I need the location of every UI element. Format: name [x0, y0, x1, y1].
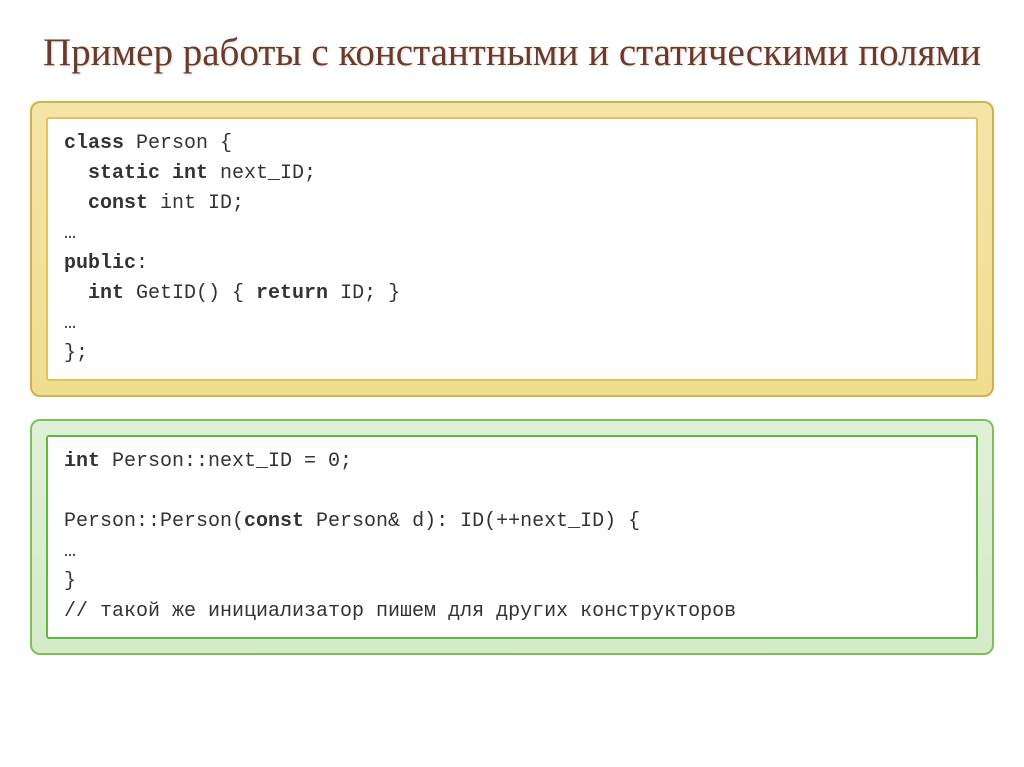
- code-text: …: [64, 540, 76, 563]
- keyword: return: [256, 282, 328, 305]
- code-text: GetID() {: [124, 282, 256, 305]
- keyword: public: [64, 252, 136, 275]
- code-text: …: [64, 222, 76, 245]
- code-text: int ID;: [148, 192, 244, 215]
- slide-container: Пример работы с константными и статическ…: [0, 0, 1024, 767]
- code-blank: [64, 480, 76, 503]
- code-text: next_ID;: [208, 162, 316, 185]
- code-text: };: [64, 342, 88, 365]
- code-text: Person::next_ID = 0;: [100, 450, 352, 473]
- code-text: ID; }: [328, 282, 400, 305]
- code-text: …: [64, 312, 76, 335]
- keyword: int: [64, 282, 124, 305]
- code-text: :: [136, 252, 148, 275]
- keyword: int: [64, 450, 100, 473]
- keyword: static int: [64, 162, 208, 185]
- code-block-implementation: int Person::next_ID = 0; Person::Person(…: [30, 419, 994, 655]
- slide-title: Пример работы с константными и статическ…: [30, 30, 994, 77]
- code-comment: // такой же инициализатор пишем для друг…: [64, 600, 736, 623]
- code-text: Person& d): ID(++next_ID) {: [304, 510, 640, 533]
- keyword: class: [64, 132, 124, 155]
- code-text: }: [64, 570, 76, 593]
- code-text: Person {: [124, 132, 232, 155]
- code-text: Person::Person(: [64, 510, 244, 533]
- code-block-class-declaration: class Person { static int next_ID; const…: [30, 101, 994, 397]
- code-block-inner: class Person { static int next_ID; const…: [46, 117, 978, 381]
- code-block-inner: int Person::next_ID = 0; Person::Person(…: [46, 435, 978, 639]
- keyword: const: [64, 192, 148, 215]
- keyword: const: [244, 510, 304, 533]
